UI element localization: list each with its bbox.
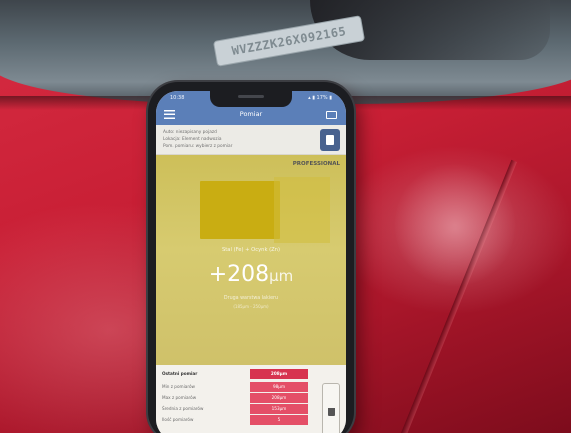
app-title: Pomiar: [239, 110, 263, 118]
smartphone: 10:38 ▴ ▮ 17% ▮ Pomiar Auto: niezapisany…: [148, 82, 354, 433]
table-row: Max z pomiarów 208μm: [160, 393, 308, 403]
info-line-car: Auto: niezapisany pojazd: [163, 130, 217, 135]
paint-reflection: [395, 160, 515, 290]
verdict-range: (185μm - 250μm): [233, 304, 269, 309]
layer-color-swatch: [200, 181, 280, 239]
row-value: 208μm: [250, 393, 308, 403]
edition-label: PROFESSIONAL: [292, 161, 340, 167]
info-line-location: Lokacja: Element nadwozia: [163, 137, 222, 142]
row-label: Min z pomiarów: [162, 384, 195, 389]
material-label: Stal (Fe) + Ocynk (Zn): [221, 247, 280, 253]
verdict-label: Druga warstwa lakieru: [223, 296, 279, 301]
thickness-value: +208: [208, 262, 270, 287]
swatch-reflection: [274, 177, 330, 243]
earpiece-speaker: [238, 95, 264, 98]
statistics-table: Ostatni pomiar 208μm Min z pomiarów 98μm…: [156, 365, 346, 433]
delete-measurement-button[interactable]: [322, 383, 340, 433]
row-label: Ilość pomiarów: [162, 417, 194, 422]
status-indicators: ▴ ▮ 17% ▮: [308, 95, 332, 101]
phone-screen: 10:38 ▴ ▮ 17% ▮ Pomiar Auto: niezapisany…: [156, 91, 346, 433]
info-line-measurement: Pom. pomiaru: wybierz z pomiar: [163, 144, 233, 149]
row-value: 153μm: [250, 404, 308, 414]
thickness-unit: μm: [269, 267, 294, 285]
status-time: 10:38: [170, 95, 185, 101]
row-value: 98μm: [250, 382, 308, 392]
report-button[interactable]: [320, 129, 340, 151]
table-header-label: Ostatni pomiar: [162, 371, 198, 376]
table-row: Ilość pomiarów 5: [160, 415, 308, 425]
row-value: 5: [250, 415, 308, 425]
document-icon: [326, 135, 334, 145]
trash-icon: [328, 408, 335, 416]
row-label: Średnia z pomiarów: [162, 406, 204, 411]
measurement-info-panel: Auto: niezapisany pojazd Lokacja: Elemen…: [156, 125, 346, 155]
app-bar: Pomiar: [156, 105, 346, 125]
table-header-row: Ostatni pomiar 208μm: [160, 369, 308, 379]
table-header-value: 208μm: [250, 369, 308, 379]
row-label: Max z pomiarów: [162, 395, 197, 400]
tablet-icon[interactable]: [326, 111, 337, 119]
table-row: Min z pomiarów 98μm: [160, 382, 308, 392]
table-row: Średnia z pomiarów 153μm: [160, 404, 308, 414]
thickness-reading: +208μm: [156, 263, 346, 288]
measurement-result-card: PROFESSIONAL Stal (Fe) + Ocynk (Zn) +208…: [156, 155, 346, 365]
phone-notch: [210, 91, 292, 107]
photo-scene: WVZZZK26X092165 10:38 ▴ ▮ 17% ▮ Pomiar A…: [0, 0, 571, 433]
